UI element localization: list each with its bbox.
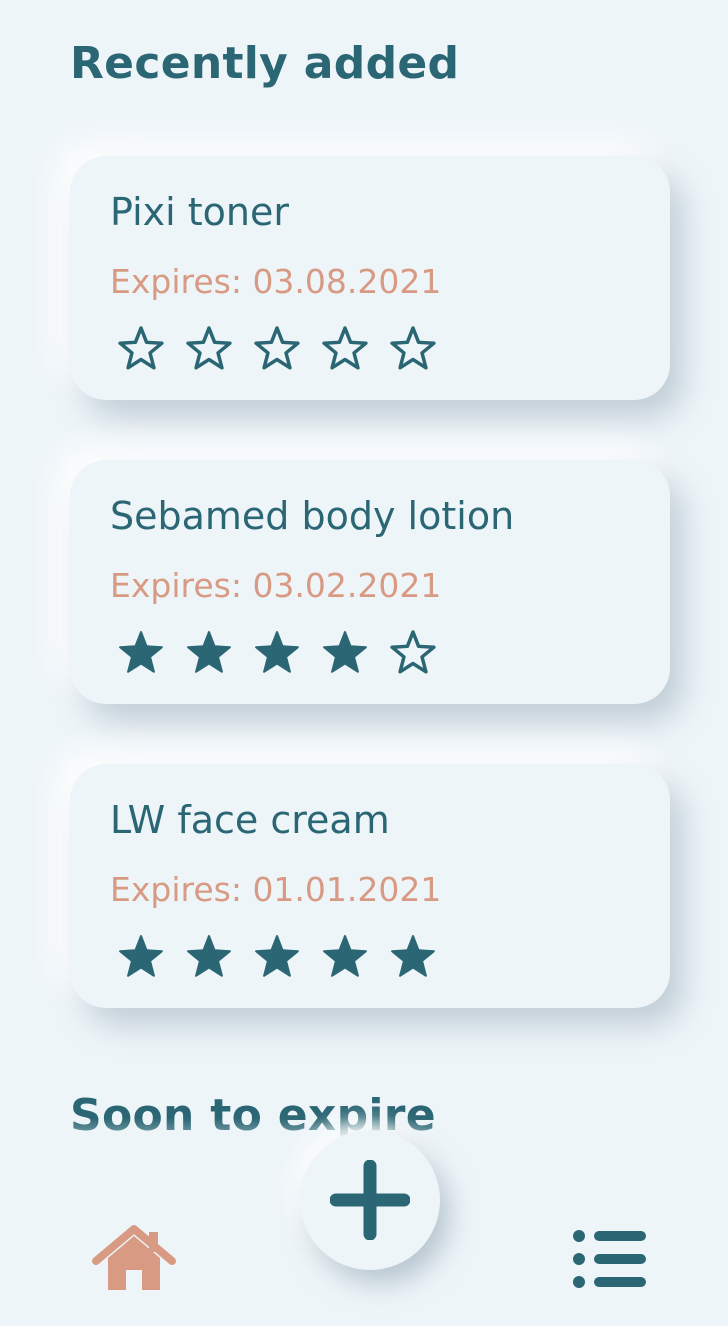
- list-icon[interactable]: [570, 1228, 648, 1290]
- star-filled-icon[interactable]: [319, 930, 371, 982]
- star-filled-icon[interactable]: [251, 930, 303, 982]
- product-card[interactable]: LW face cream Expires: 01.01.2021: [70, 764, 670, 1008]
- star-outline-icon[interactable]: [319, 322, 371, 374]
- add-product-button[interactable]: [300, 1130, 440, 1270]
- product-name: Sebamed body lotion: [110, 494, 515, 538]
- product-name: Pixi toner: [110, 190, 289, 234]
- star-filled-icon[interactable]: [115, 626, 167, 678]
- app-screen: Recently added Pixi toner Expires: 03.08…: [0, 0, 728, 1326]
- star-filled-icon[interactable]: [115, 930, 167, 982]
- product-expiry: Expires: 03.08.2021: [110, 262, 442, 301]
- product-card[interactable]: Sebamed body lotion Expires: 03.02.2021: [70, 460, 670, 704]
- star-filled-icon[interactable]: [251, 626, 303, 678]
- star-rating[interactable]: [115, 626, 439, 678]
- star-filled-icon[interactable]: [183, 626, 235, 678]
- plus-icon: [330, 1160, 410, 1240]
- product-name: LW face cream: [110, 798, 390, 842]
- star-filled-icon[interactable]: [319, 626, 371, 678]
- product-card[interactable]: Pixi toner Expires: 03.08.2021: [70, 156, 670, 400]
- star-filled-icon[interactable]: [387, 930, 439, 982]
- star-rating[interactable]: [115, 322, 439, 374]
- star-outline-icon[interactable]: [183, 322, 235, 374]
- recently-added-title: Recently added: [70, 38, 460, 89]
- star-outline-icon[interactable]: [251, 322, 303, 374]
- home-icon[interactable]: [92, 1224, 176, 1294]
- star-outline-icon[interactable]: [115, 322, 167, 374]
- star-outline-icon[interactable]: [387, 626, 439, 678]
- star-filled-icon[interactable]: [183, 930, 235, 982]
- product-expiry: Expires: 01.01.2021: [110, 870, 442, 909]
- star-rating[interactable]: [115, 930, 439, 982]
- star-outline-icon[interactable]: [387, 322, 439, 374]
- product-expiry: Expires: 03.02.2021: [110, 566, 442, 605]
